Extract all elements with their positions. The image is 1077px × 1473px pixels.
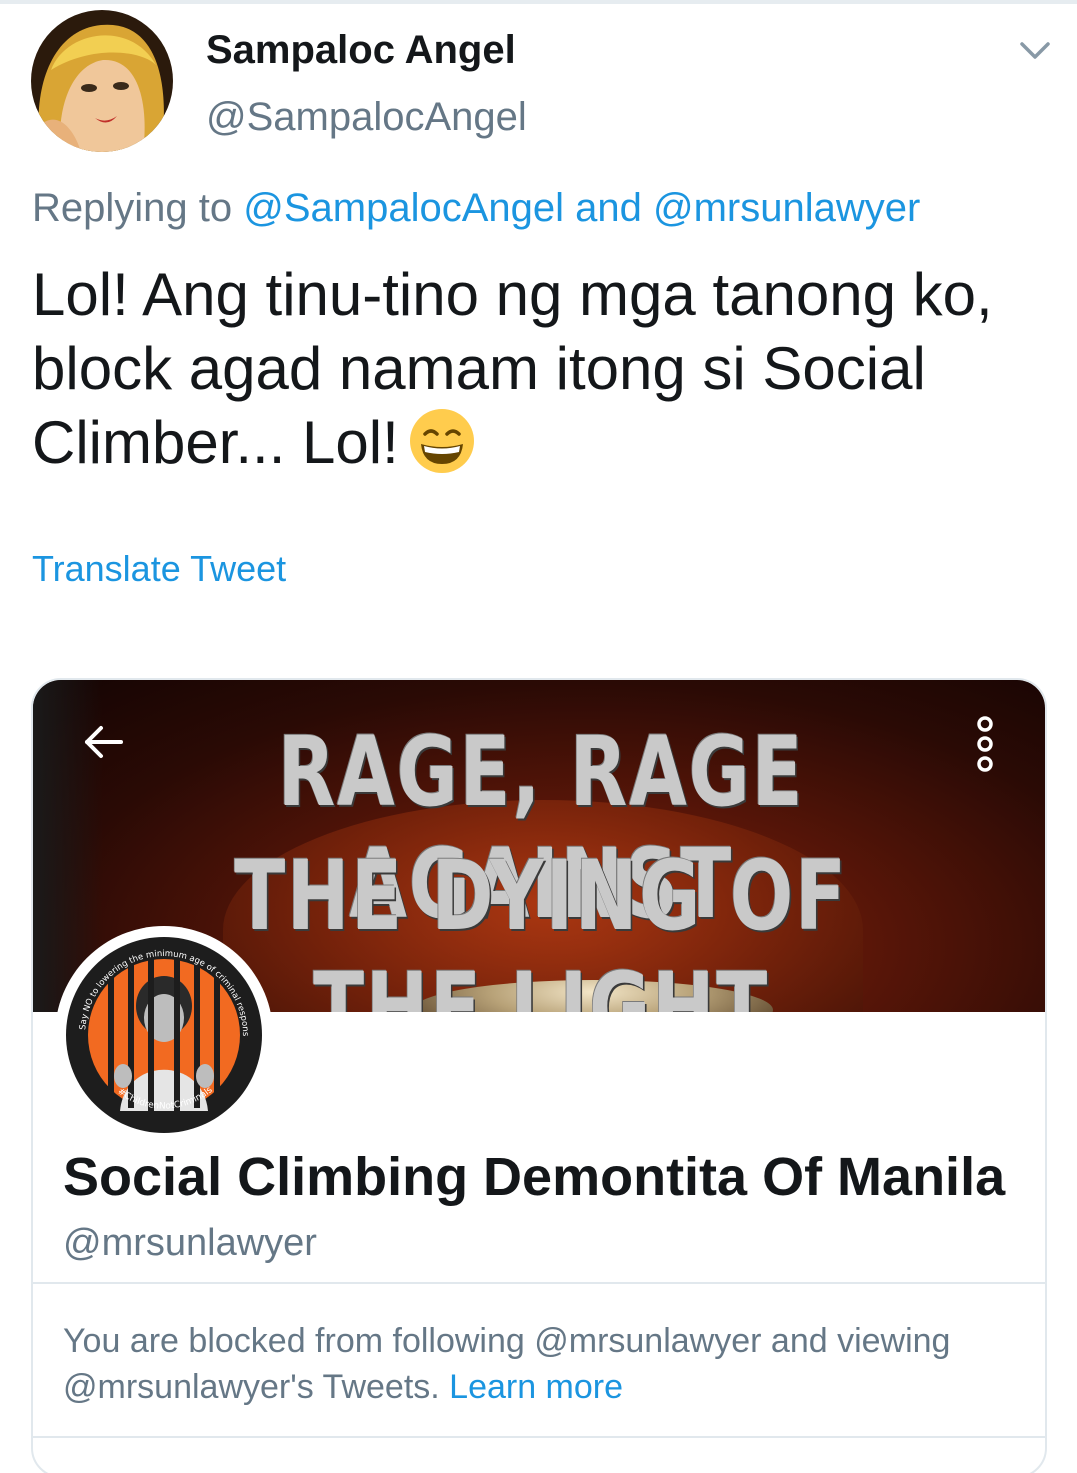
back-arrow-icon[interactable] <box>81 720 125 764</box>
mention-sampalocangel[interactable]: @SampalocAngel <box>243 186 564 230</box>
blocked-profile-handle[interactable]: @mrsunlawyer <box>63 1222 317 1265</box>
blocked-profile-card[interactable]: RAGE, RAGE AGAINST THE DYING OF THE LIGH… <box>31 678 1047 1473</box>
chevron-down-icon[interactable] <box>1014 30 1056 72</box>
author-handle[interactable]: @SampalocAngel <box>206 95 527 140</box>
author-display-name[interactable]: Sampaloc Angel <box>206 28 516 73</box>
top-divider <box>0 0 1077 4</box>
card-divider <box>33 1282 1045 1284</box>
banner-text-line2: THE DYING OF THE LIGHT <box>234 840 848 1012</box>
translate-tweet-link[interactable]: Translate Tweet <box>32 548 286 590</box>
replying-prefix: Replying to <box>32 186 244 230</box>
grinning-face-emoji-icon <box>409 408 475 474</box>
author-avatar[interactable] <box>31 10 173 152</box>
blocked-notice: You are blocked from following @mrsunlaw… <box>63 1318 1023 1410</box>
mention-mrsunlawyer[interactable]: @mrsunlawyer <box>653 186 920 230</box>
more-options-icon[interactable] <box>973 714 997 774</box>
learn-more-link[interactable]: Learn more <box>449 1368 623 1406</box>
blocked-profile-avatar[interactable]: Say NO to lowering the minimum age of cr… <box>55 926 273 1144</box>
card-bottom-divider <box>33 1436 1045 1438</box>
tweet-body: Lol! Ang tinu-tino ng mga tanong ko, blo… <box>32 258 1032 480</box>
replying-to-line: Replying to @SampalocAngel and @mrsunlaw… <box>32 186 920 231</box>
tweet-text: Lol! Ang tinu-tino ng mga tanong ko, blo… <box>32 261 993 476</box>
replying-conjunction[interactable]: and <box>564 186 653 230</box>
blocked-profile-name[interactable]: Social Climbing Demontita Of Manila <box>63 1146 1005 1208</box>
